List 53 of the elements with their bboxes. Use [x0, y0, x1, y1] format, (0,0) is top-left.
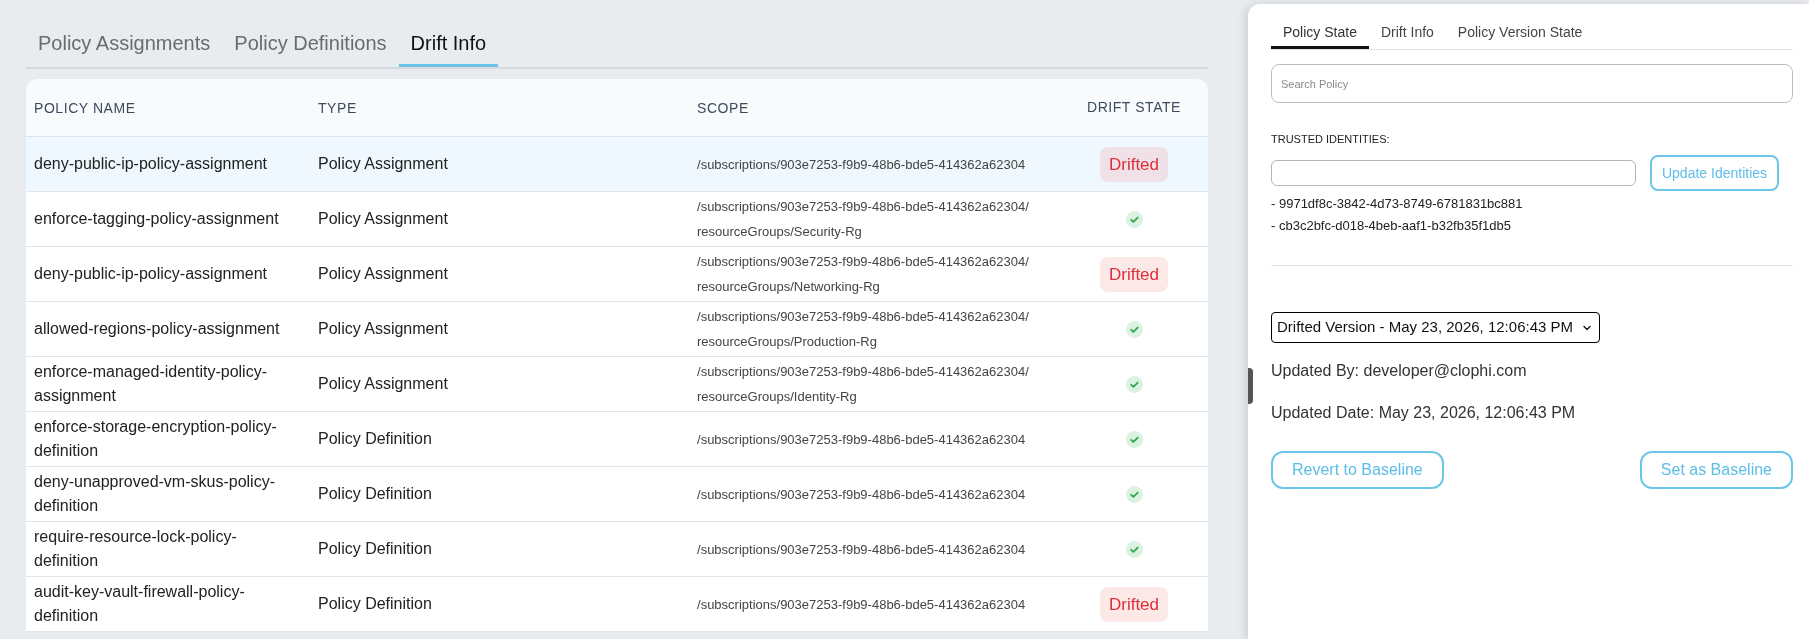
policy-name: deny-public-ip-policy-assignment	[34, 155, 267, 172]
updated-by-text: Updated By: developer@clophi.com	[1271, 361, 1528, 381]
policy-name: enforce-managed-identity-policy-assignment	[34, 363, 267, 404]
column-header: SCOPE	[697, 99, 749, 116]
policy-type: Policy Assignment	[318, 155, 448, 172]
table-row[interactable]: deny-public-ip-policy-assignment Policy Assignment /subscriptions/903e7253-f9b9-48b6-bde5-414362a62304 Drifted	[26, 137, 1208, 192]
check-circle-icon	[1125, 320, 1143, 338]
tab[interactable]: Policy Version State	[1445, 22, 1595, 49]
scope-path: /subscriptions/903e7253-f9b9-48b6-bde5-414362a62304	[697, 156, 1026, 172]
column-header: TYPE	[318, 99, 357, 116]
updated-date-text: Updated Date: May 23, 2026, 12:06:43 PM	[1271, 403, 1577, 423]
tab[interactable]: Policy Definitions	[222, 31, 399, 67]
identity-item: - cb3c2bfc-d018-4beb-aaf1-b32fb35f1db5	[1271, 217, 1512, 235]
search-field[interactable]: Search Policy	[1271, 64, 1793, 103]
version-select[interactable]: Drifted Version - May 23, 2026, 12:06:43 PM	[1271, 312, 1600, 343]
resize-handle[interactable]	[1248, 368, 1253, 404]
identity-item: - 9971df8c-3842-4d73-8749-6781831bc881	[1271, 195, 1524, 213]
policy-type: Policy Definition	[318, 430, 432, 447]
check-circle-icon	[1125, 375, 1143, 393]
policy-type: Policy Definition	[318, 595, 432, 612]
drift-status-badge: Drifted	[1099, 256, 1169, 292]
policy-name: audit-key-vault-firewall-policy-definition	[34, 583, 245, 624]
drift-status-badge: Drifted	[1099, 586, 1169, 622]
drift-status-badge: Drifted	[1099, 146, 1169, 182]
policy-type: Policy Assignment	[318, 320, 448, 337]
column-header: POLICY NAME	[34, 99, 136, 116]
policy-name: enforce-tagging-policy-assignment	[34, 210, 279, 227]
policy-name: require-resource-lock-policy-definition	[34, 528, 237, 569]
scope-path: /subscriptions/903e7253-f9b9-48b6-bde5-414362a62304	[697, 596, 1026, 612]
check-circle-icon	[1125, 430, 1143, 448]
policy-name: enforce-storage-encryption-policy-definition	[34, 418, 277, 459]
section-label: TRUSTED IDENTITIES:	[1271, 132, 1391, 147]
policy-type: Policy Definition	[318, 485, 432, 502]
policy-type: Policy Assignment	[318, 265, 448, 282]
tab[interactable]: Drift Info	[398, 31, 499, 67]
policy-type: Policy Assignment	[318, 375, 448, 392]
scope-path: /subscriptions/903e7253-f9b9-48b6-bde5-414362a62304	[697, 541, 1026, 557]
policy-name: deny-unapproved-vm-skus-policy-definition	[34, 473, 275, 514]
tab[interactable]: Policy State	[1271, 22, 1369, 49]
scope-path: /subscriptions/903e7253-f9b9-48b6-bde5-414362a62304	[697, 431, 1026, 447]
check-circle-icon	[1125, 485, 1143, 503]
tab[interactable]: Drift Info	[1368, 22, 1446, 49]
check-circle-icon	[1125, 210, 1143, 228]
policy-name: allowed-regions-policy-assignment	[34, 320, 280, 337]
scope-path: /subscriptions/903e7253-f9b9-48b6-bde5-414362a62304/resourceGroups/Identity-Rg	[697, 364, 1029, 404]
policy-type: Policy Assignment	[318, 210, 448, 227]
policy-name: deny-public-ip-policy-assignment	[34, 265, 267, 282]
scope-path: /subscriptions/903e7253-f9b9-48b6-bde5-414362a62304	[697, 486, 1026, 502]
policy-type: Policy Definition	[318, 540, 432, 557]
check-circle-icon	[1125, 540, 1143, 558]
column-header: DRIFT STATE	[1086, 98, 1182, 117]
identity-input[interactable]	[1271, 160, 1636, 186]
tab[interactable]: Policy Assignments	[26, 31, 223, 67]
